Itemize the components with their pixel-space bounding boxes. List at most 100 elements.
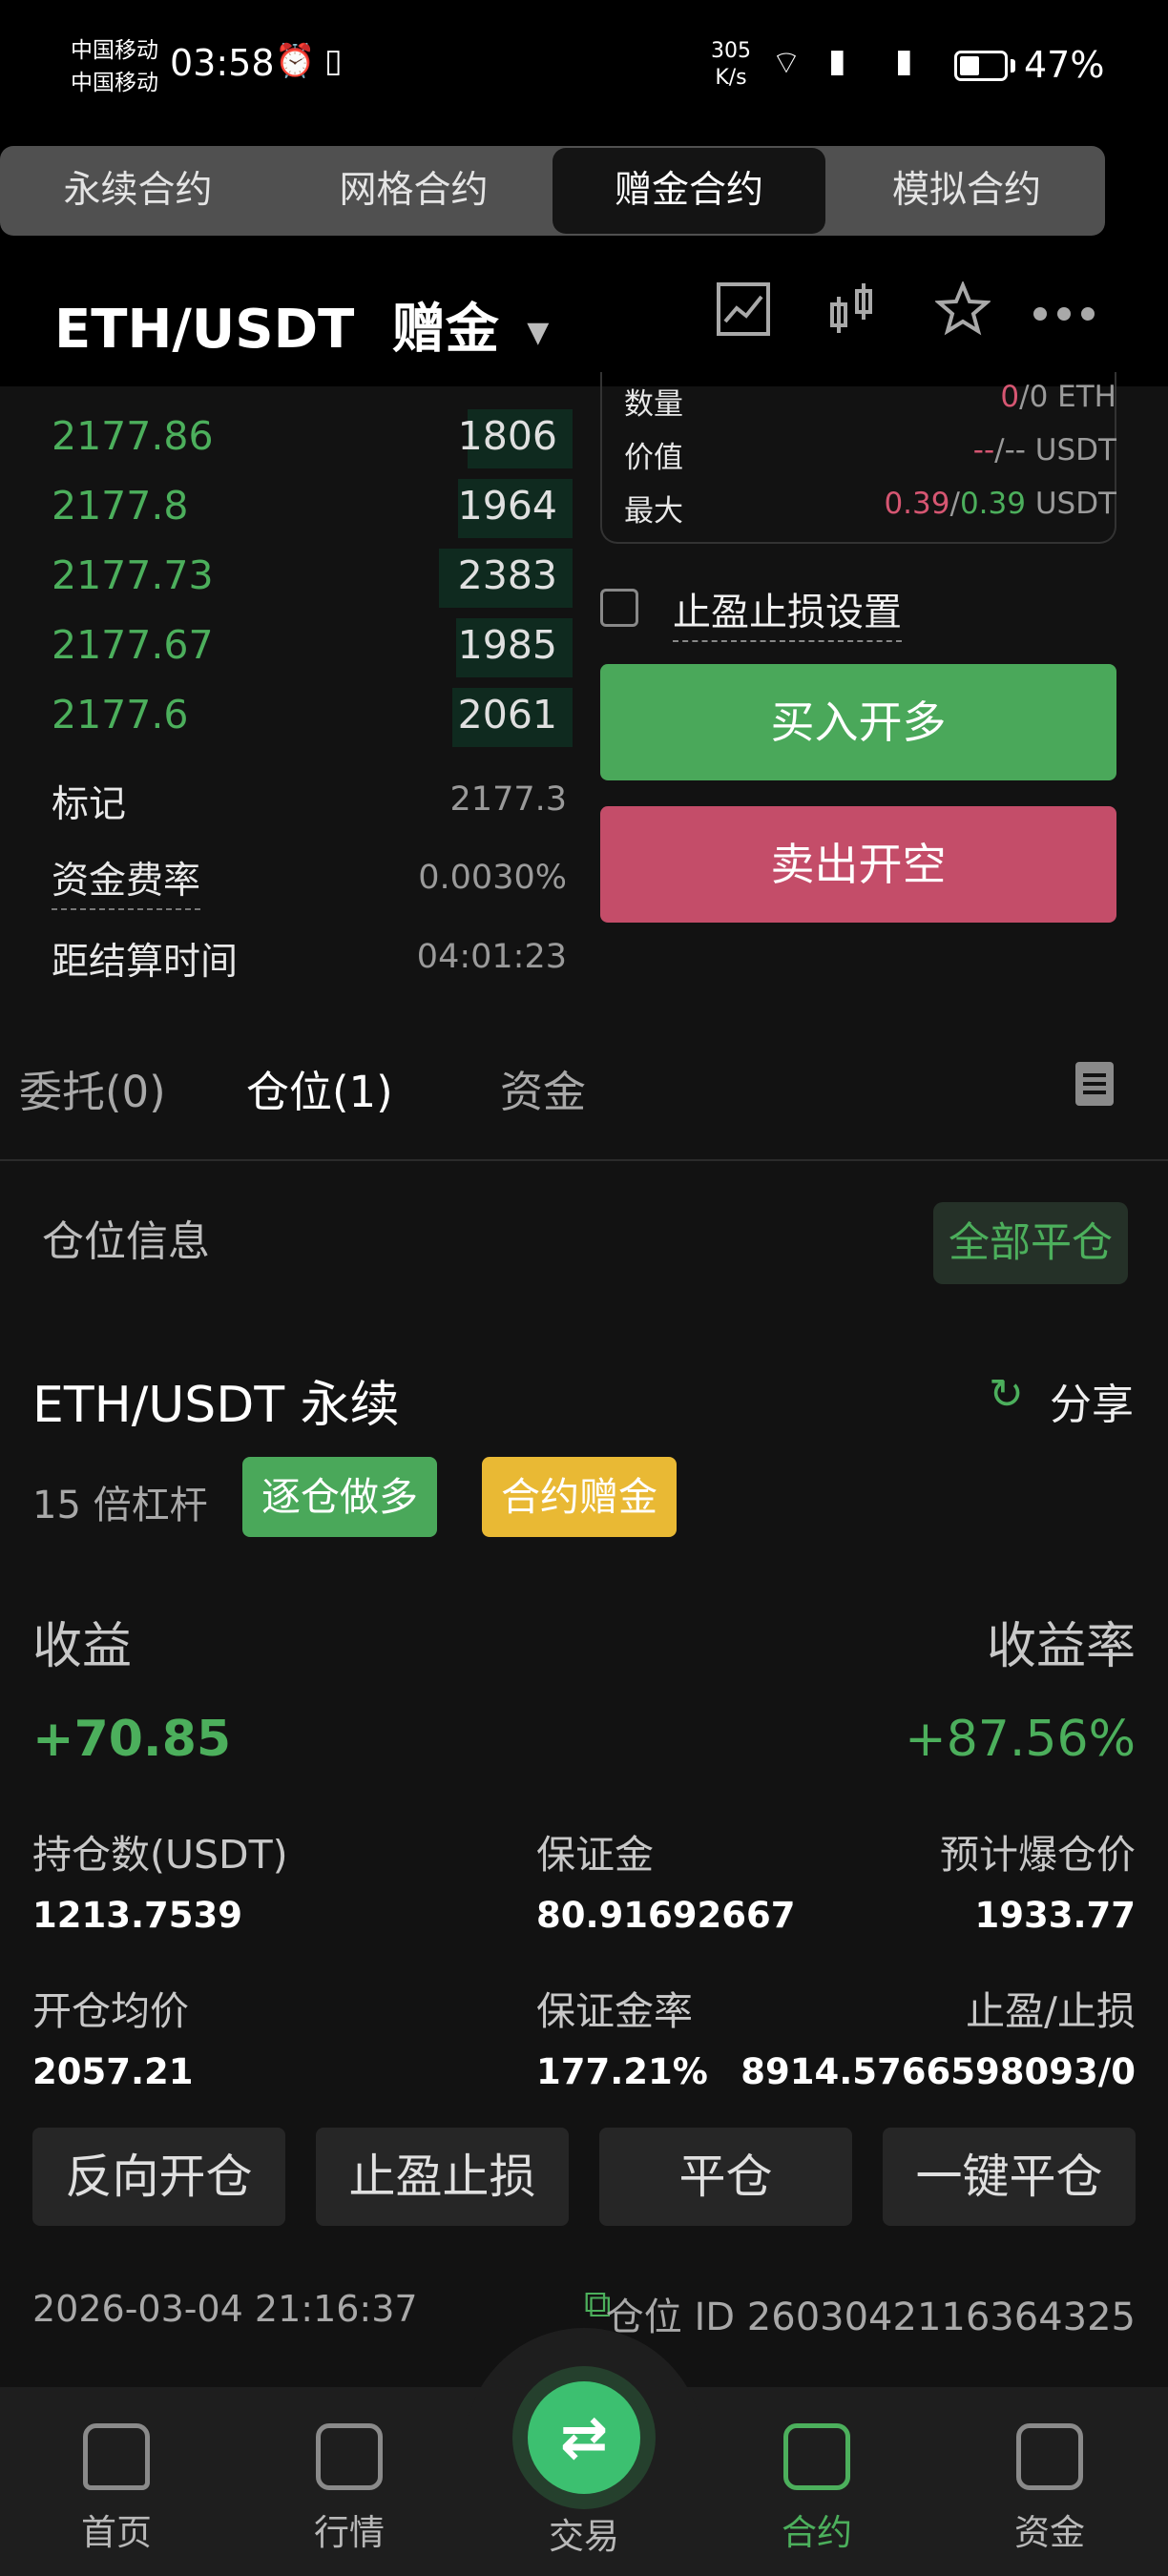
contract-type-tabs: 永续合约 网格合约 赠金合约 模拟合约: [0, 146, 1105, 236]
pair-selector[interactable]: ETH/USDT 赠金 ▼: [54, 286, 549, 364]
funding-rate-label[interactable]: 资金费率: [52, 851, 201, 910]
quantity-label: 数量: [624, 387, 683, 422]
battery-tip: [1011, 59, 1015, 73]
sell-short-button[interactable]: 卖出开空: [600, 806, 1116, 923]
tab-perpetual[interactable]: 永续合约: [0, 146, 276, 236]
net-speed-unit: K/s: [715, 66, 747, 90]
value-max: /-- USDT: [994, 433, 1116, 467]
one-click-close-button[interactable]: 一键平仓: [883, 2128, 1136, 2226]
vibrate-icon: ▯: [324, 42, 343, 80]
position-section-title: 仓位信息: [42, 1217, 210, 1266]
net-speed-value: 305: [711, 39, 751, 63]
value-label: 价值: [624, 441, 683, 475]
orderbook-price: 2177.86: [52, 413, 214, 459]
orderbook-row[interactable]: 2177.8 1964: [0, 473, 573, 543]
orderbook-row[interactable]: 2177.86 1806: [0, 404, 573, 473]
tpsl-checkbox[interactable]: [600, 589, 638, 627]
mark-price-value: 2177.3: [449, 780, 567, 819]
order-history-icon[interactable]: [1075, 1062, 1114, 1106]
funding-rate-value: 0.0030%: [418, 859, 567, 897]
liquidation-price-label: 预计爆仓价: [940, 1832, 1136, 1878]
chart-line-icon[interactable]: [716, 281, 771, 349]
settlement-time-value: 04:01:23: [416, 938, 567, 976]
battery-level: [960, 56, 979, 75]
tab-orders[interactable]: 委托(0): [19, 1057, 166, 1119]
max-value: 0.39/0.39 USDT: [884, 487, 1116, 521]
roe-value: +87.56%: [905, 1711, 1136, 1768]
nav-futures-label: 合约: [782, 2512, 852, 2553]
reverse-open-button[interactable]: 反向开仓: [32, 2128, 285, 2226]
tab-grid[interactable]: 网格合约: [276, 146, 552, 236]
position-timestamp: 2026-03-04 21:16:37: [32, 2288, 418, 2330]
nav-futures[interactable]: 合约: [731, 2423, 903, 2555]
swap-icon[interactable]: ⇄: [528, 2381, 640, 2494]
battery-percent: 47%: [1024, 44, 1105, 86]
orderbook-qty: 1985: [457, 622, 557, 668]
position-id: 仓位 ID 2603042116364325: [605, 2296, 1136, 2339]
tab-bonus[interactable]: 赠金合约: [553, 148, 825, 234]
tpsl-value: 8914.5766598093/0: [740, 2051, 1136, 2092]
value-value: --/-- USDT: [973, 433, 1116, 467]
tpsl-settings-label[interactable]: 止盈止损设置: [673, 581, 902, 642]
chevron-down-icon: ▼: [527, 316, 550, 350]
max-unit: USDT: [1025, 487, 1116, 521]
nav-trade-label[interactable]: 交易: [512, 2507, 656, 2559]
position-size-value: 1213.7539: [32, 1895, 243, 1936]
max-label: 最大: [624, 494, 683, 529]
more-icon[interactable]: [1031, 286, 1097, 354]
signal-2-icon: ▮: [895, 42, 913, 80]
pnl-value: +70.85: [32, 1711, 232, 1768]
margin-value: 80.91692667: [536, 1895, 796, 1936]
nav-market-label: 行情: [314, 2512, 385, 2553]
nav-home-label: 首页: [81, 2512, 152, 2553]
orderbook-qty: 2383: [457, 552, 557, 598]
share-icon[interactable]: ↻: [989, 1370, 1024, 1419]
nav-market[interactable]: 行情: [263, 2423, 435, 2555]
tab-funds[interactable]: 资金: [500, 1057, 586, 1119]
mark-price-label: 标记: [52, 783, 127, 826]
buy-long-button[interactable]: 买入开多: [600, 664, 1116, 780]
max-close: 0.39: [959, 487, 1026, 521]
max-separator: /: [949, 487, 960, 521]
orderbook-price: 2177.6: [52, 692, 189, 737]
close-all-button[interactable]: 全部平仓: [933, 1202, 1128, 1284]
orderbook-row[interactable]: 2177.73 2383: [0, 543, 573, 613]
status-time: 03:58: [170, 42, 275, 84]
pair-name: ETH/USDT: [54, 299, 355, 361]
orderbook-row[interactable]: 2177.67 1985: [0, 613, 573, 682]
tpsl-label: 止盈/止损: [966, 1988, 1136, 2034]
alarm-icon: ⏰: [275, 42, 316, 80]
nav-home[interactable]: 首页: [31, 2423, 202, 2555]
margin-ratio-value: 177.21%: [536, 2051, 708, 2092]
home-icon: [83, 2423, 150, 2490]
margin-label: 保证金: [536, 1832, 654, 1878]
document-icon: [783, 2423, 850, 2490]
tab-demo[interactable]: 模拟合约: [828, 146, 1105, 236]
divider: [0, 1159, 1168, 1161]
star-icon[interactable]: [933, 280, 992, 349]
net-speed: 305 K/s: [711, 38, 751, 92]
value-current: --: [972, 433, 995, 467]
orderbook-qty: 1806: [457, 413, 557, 459]
share-button[interactable]: 分享: [1050, 1370, 1134, 1431]
carrier-1: 中国移动: [71, 38, 158, 63]
margin-ratio-label: 保证金率: [536, 1988, 693, 2034]
market-icon: [316, 2423, 383, 2490]
signal-1-icon: ▮: [828, 42, 846, 80]
orderbook-qty: 1964: [457, 483, 557, 529]
quantity-max: /0 ETH: [1019, 380, 1116, 414]
bonus-badge: 合约赠金: [482, 1457, 677, 1537]
position-size-label: 持仓数(USDT): [32, 1832, 288, 1878]
max-open: 0.39: [884, 487, 950, 521]
tpsl-button[interactable]: 止盈止损: [316, 2128, 569, 2226]
close-position-button[interactable]: 平仓: [599, 2128, 852, 2226]
leverage-label: 15 倍杠杆: [32, 1484, 208, 1527]
nav-assets[interactable]: 资金: [964, 2423, 1136, 2555]
orderbook-qty: 2061: [457, 692, 557, 737]
candlestick-icon[interactable]: [828, 281, 876, 349]
orderbook-row[interactable]: 2177.6 2061: [0, 682, 573, 752]
tab-positions[interactable]: 仓位(1): [246, 1057, 393, 1119]
settlement-time-label: 距结算时间: [52, 941, 239, 984]
position-pair: ETH/USDT 永续: [32, 1377, 400, 1434]
wifi-icon: ⌔: [771, 44, 802, 82]
